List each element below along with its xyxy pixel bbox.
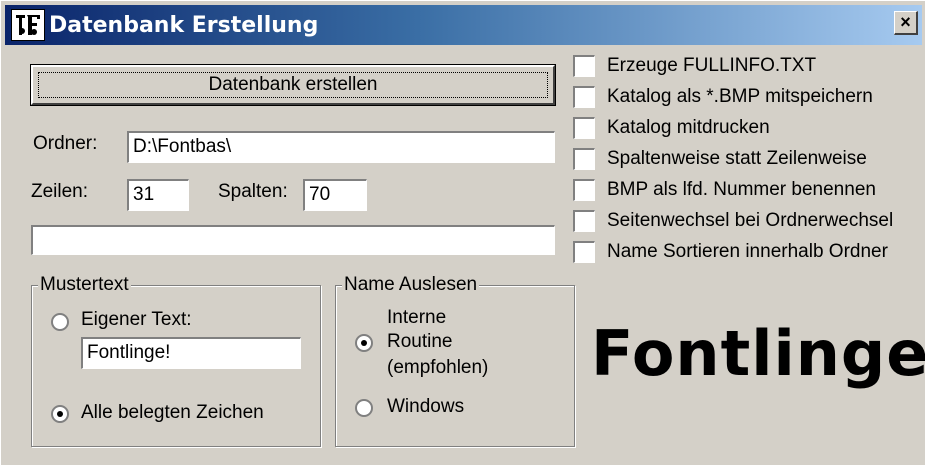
own-text-input[interactable]: Fontlinge! — [81, 337, 301, 369]
windows-label: Windows — [387, 396, 465, 417]
own-text-radio[interactable] — [51, 313, 69, 331]
progress-bar — [31, 225, 555, 255]
windows-radio[interactable] — [355, 399, 373, 417]
bmp-save-checkbox[interactable] — [573, 86, 595, 108]
dialog-window: Datenbank Erstellung × Datenbank erstell… — [0, 0, 925, 465]
page-break-checkbox[interactable] — [573, 210, 595, 232]
rows-input[interactable]: 31 — [127, 179, 189, 211]
columns-input[interactable]: 70 — [303, 179, 367, 211]
fullinfo-checkbox[interactable] — [573, 55, 595, 77]
own-text-label: Eigener Text: — [81, 309, 192, 330]
bmp-number-checkbox[interactable] — [573, 179, 595, 201]
print-label: Katalog mitdrucken — [607, 117, 770, 138]
internal-routine-label-2: Routine — [387, 331, 453, 352]
option-print[interactable]: Katalog mitdrucken — [573, 117, 770, 139]
folder-label: Ordner: — [33, 133, 98, 154]
name-auslesen-title: Name Auslesen — [342, 274, 480, 296]
close-icon: × — [900, 12, 911, 32]
mustertext-title: Mustertext — [38, 274, 131, 296]
internal-routine-label-3: (empfohlen) — [387, 357, 489, 378]
window-title: Datenbank Erstellung — [49, 12, 319, 38]
option-bmp-number[interactable]: BMP als lfd. Nummer benennen — [573, 179, 876, 201]
sort-names-label: Name Sortieren innerhalb Ordner — [607, 241, 888, 262]
close-button[interactable]: × — [894, 11, 918, 35]
bmp-save-label: Katalog als *.BMP mitspeichern — [607, 86, 873, 107]
folder-input[interactable]: D:\Fontbas\ — [127, 131, 555, 163]
columnwise-label: Spaltenweise statt Zeilenweise — [607, 148, 867, 169]
option-page-break[interactable]: Seitenwechsel bei Ordnerwechsel — [573, 210, 893, 232]
title-bar[interactable]: Datenbank Erstellung × — [5, 5, 922, 45]
create-database-button[interactable]: Datenbank erstellen — [30, 64, 556, 106]
bmp-number-label: BMP als lfd. Nummer benennen — [607, 179, 876, 200]
columns-label: Spalten: — [218, 181, 288, 202]
print-checkbox[interactable] — [573, 117, 595, 139]
internal-routine-radio[interactable] — [355, 334, 373, 352]
sort-names-checkbox[interactable] — [573, 241, 595, 263]
all-chars-radio[interactable] — [51, 405, 69, 423]
option-bmp-save[interactable]: Katalog als *.BMP mitspeichern — [573, 86, 873, 108]
font-preview: Fontlinge! — [591, 317, 925, 390]
app-icon — [11, 9, 45, 41]
all-chars-label: Alle belegten Zeichen — [81, 402, 264, 423]
rows-label: Zeilen: — [31, 181, 89, 202]
option-columnwise[interactable]: Spaltenweise statt Zeilenweise — [573, 148, 867, 170]
columnwise-checkbox[interactable] — [573, 148, 595, 170]
internal-routine-label-1: Interne — [387, 307, 447, 328]
fullinfo-label: Erzeuge FULLINFO.TXT — [607, 55, 817, 76]
option-sort-names[interactable]: Name Sortieren innerhalb Ordner — [573, 241, 888, 263]
option-fullinfo[interactable]: Erzeuge FULLINFO.TXT — [573, 55, 816, 77]
focus-rectangle — [38, 72, 548, 98]
page-break-label: Seitenwechsel bei Ordnerwechsel — [607, 210, 894, 231]
